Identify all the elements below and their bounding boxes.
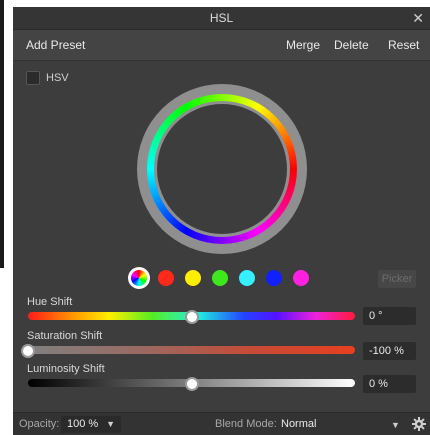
master-range-swatch[interactable] xyxy=(128,267,150,289)
chevron-down-icon[interactable]: ▼ xyxy=(391,420,400,430)
picker-button[interactable]: Picker xyxy=(378,270,416,288)
hue-wheel[interactable] xyxy=(137,84,307,254)
hsl-adjustment-panel: HSL ✕ Add Preset Merge Delete Reset HSV … xyxy=(13,7,430,435)
blend-mode-label: Blend Mode: xyxy=(215,418,277,430)
gear-icon[interactable] xyxy=(411,416,427,432)
saturation-shift-value[interactable]: -100 % xyxy=(363,342,416,360)
yellow-range-swatch[interactable] xyxy=(185,270,201,286)
merge-button[interactable]: Merge xyxy=(286,30,320,60)
hue-shift-thumb[interactable] xyxy=(184,310,199,324)
close-icon[interactable]: ✕ xyxy=(412,7,424,29)
blue-range-swatch[interactable] xyxy=(266,270,282,286)
hsv-option[interactable]: HSV xyxy=(26,71,69,85)
cyan-range-swatch[interactable] xyxy=(239,270,255,286)
color-wheel-icon xyxy=(131,270,147,286)
saturation-shift-thumb[interactable] xyxy=(21,344,35,358)
chevron-down-icon: ▼ xyxy=(106,419,115,429)
bottom-bar: Opacity: 100 % ▼ Blend Mode: Normal ▼ xyxy=(13,412,430,435)
preset-toolbar: Add Preset Merge Delete Reset xyxy=(13,30,430,61)
opacity-label: Opacity: xyxy=(19,418,60,430)
hue-shift-label: Hue Shift xyxy=(27,296,73,308)
luminosity-shift-thumb[interactable] xyxy=(184,377,199,391)
title-bar[interactable]: HSL ✕ xyxy=(13,7,430,30)
background-window-edge xyxy=(0,0,4,268)
hsv-checkbox[interactable] xyxy=(26,71,40,85)
delete-button[interactable]: Delete xyxy=(334,30,369,60)
add-preset-button[interactable]: Add Preset xyxy=(26,30,85,60)
opacity-dropdown[interactable]: 100 % ▼ xyxy=(61,416,121,433)
opacity-value: 100 % xyxy=(67,418,99,430)
red-range-swatch[interactable] xyxy=(158,270,174,286)
green-range-swatch[interactable] xyxy=(212,270,228,286)
hue-shift-value[interactable]: 0 ° xyxy=(363,307,416,325)
reset-button[interactable]: Reset xyxy=(388,30,419,60)
magenta-range-swatch[interactable] xyxy=(293,270,309,286)
hsv-label: HSV xyxy=(46,72,69,84)
saturation-shift-track[interactable] xyxy=(28,346,355,354)
luminosity-shift-value[interactable]: 0 % xyxy=(363,375,416,393)
blend-mode-value[interactable]: Normal xyxy=(281,413,316,435)
hue-wheel-center xyxy=(157,104,287,234)
saturation-shift-label: Saturation Shift xyxy=(27,330,103,342)
panel-title: HSL xyxy=(209,11,234,25)
luminosity-shift-label: Luminosity Shift xyxy=(27,363,105,375)
